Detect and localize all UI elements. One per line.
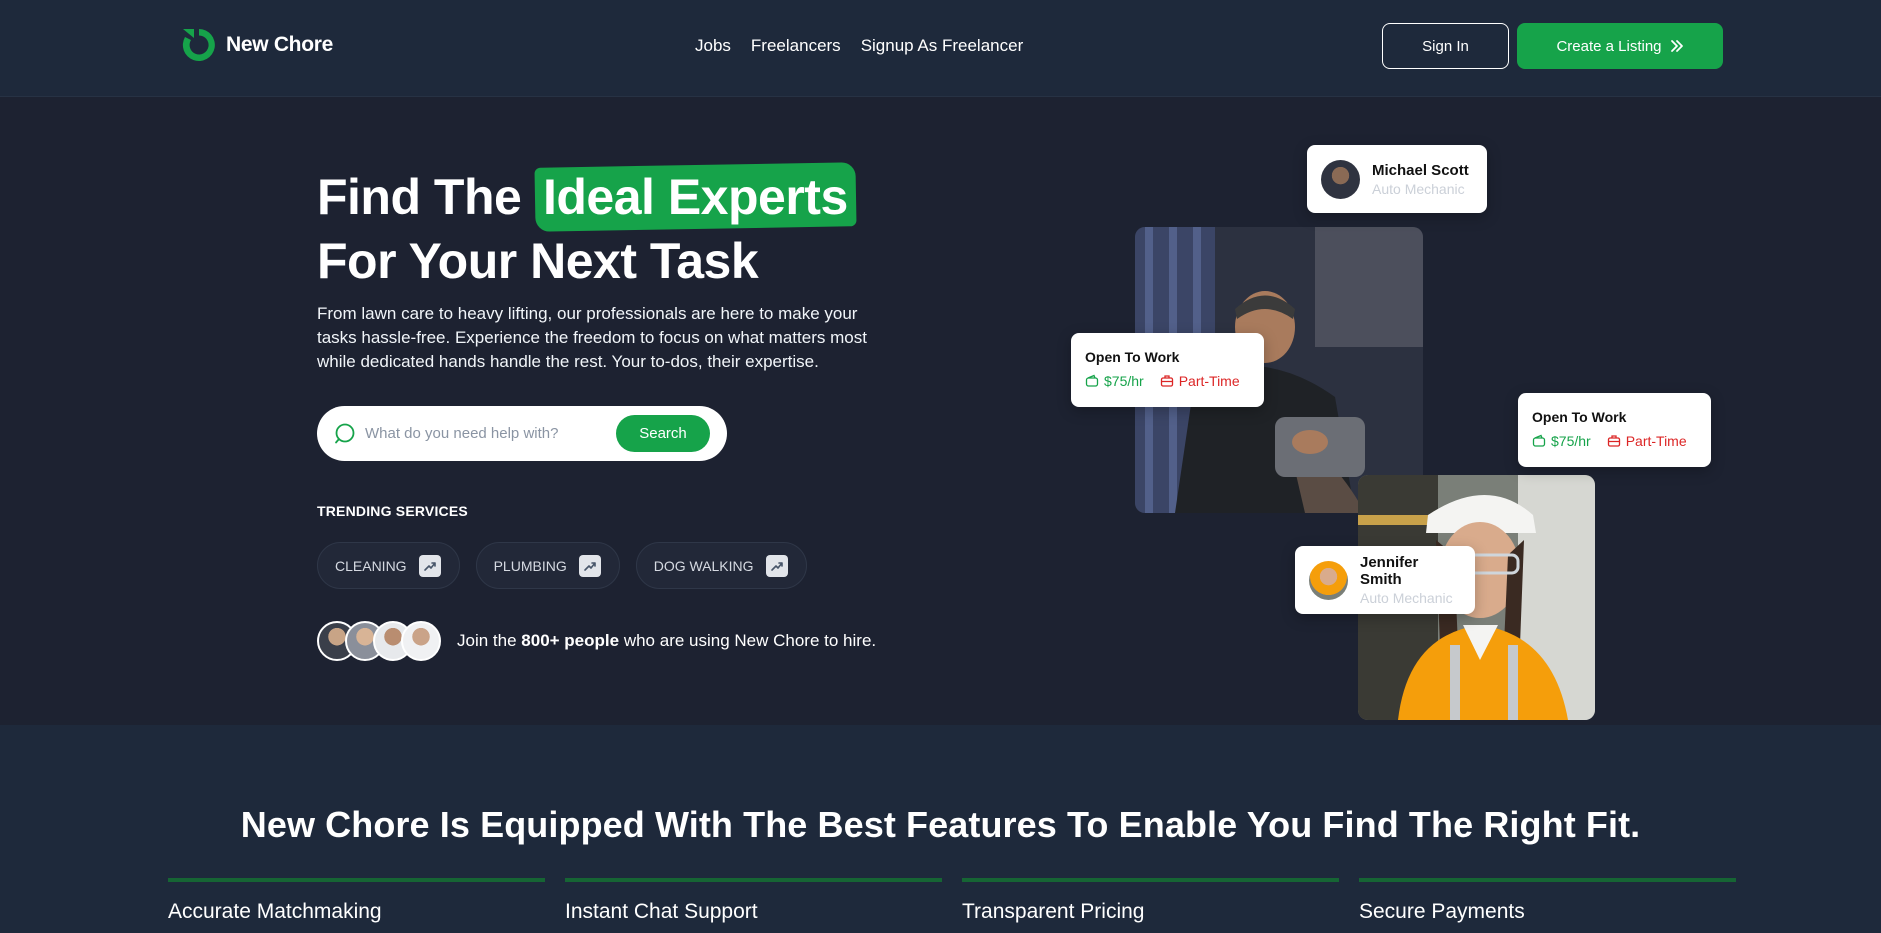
trending-up-icon bbox=[578, 554, 601, 577]
feature-accurate-matchmaking: Accurate Matchmaking bbox=[168, 878, 545, 924]
avatar bbox=[1309, 560, 1348, 600]
job-type: Part-Time bbox=[1160, 373, 1240, 389]
chip-label: CLEANING bbox=[335, 557, 407, 574]
sign-in-button[interactable]: Sign In bbox=[1382, 23, 1509, 69]
feature-transparent-pricing: Transparent Pricing bbox=[962, 878, 1339, 924]
profile-name: Jennifer Smith bbox=[1360, 554, 1419, 588]
nav-jobs[interactable]: Jobs bbox=[695, 36, 731, 56]
features-title: New Chore Is Equipped With The Best Feat… bbox=[240, 804, 1641, 845]
chip-label: PLUMBING bbox=[493, 557, 567, 574]
hero-section: Find The Ideal Experts For Your Next Tas… bbox=[0, 98, 1881, 725]
hero-subtitle: From lawn care to heavy lifting, our pro… bbox=[317, 304, 867, 371]
brand-name: New Chore bbox=[226, 33, 333, 56]
briefcase-icon bbox=[1607, 435, 1620, 447]
trending-up-icon bbox=[418, 554, 441, 577]
avatar bbox=[1321, 159, 1360, 199]
features-list: Accurate Matchmaking Instant Chat Suppor… bbox=[168, 878, 1736, 924]
briefcase-icon bbox=[1160, 375, 1173, 387]
open-to-work-card-1: Open To Work $75/hr Part-Time bbox=[1071, 333, 1264, 407]
trending-chips: CLEANING PLUMBING DOG WALKING bbox=[317, 542, 807, 589]
create-listing-label: Create a Listing bbox=[1556, 37, 1662, 55]
profile-name: Michael Scott bbox=[1372, 161, 1469, 179]
profile-card-michael[interactable]: Michael Scott Auto Mechanic bbox=[1307, 145, 1487, 213]
profile-role: Auto Mechanic bbox=[1360, 590, 1453, 606]
chip-plumbing[interactable]: PLUMBING bbox=[475, 542, 620, 589]
feature-secure-payments: Secure Payments bbox=[1359, 878, 1736, 924]
features-section: New Chore Is Equipped With The Best Feat… bbox=[0, 725, 1881, 933]
join-count: 800+ people bbox=[521, 631, 620, 650]
profile-role: Auto Mechanic bbox=[1372, 180, 1465, 197]
main-nav: Jobs Freelancers Signup As Freelancer bbox=[695, 36, 1023, 56]
create-listing-button[interactable]: Create a Listing bbox=[1517, 23, 1723, 69]
work-status: Open To Work bbox=[1532, 409, 1627, 425]
new-chore-logo-icon bbox=[182, 29, 215, 61]
profile-card-jennifer[interactable]: Jennifer Smith Auto Mechanic bbox=[1295, 546, 1475, 614]
hero-title-highlight: Ideal Experts bbox=[534, 162, 857, 232]
search-input[interactable] bbox=[365, 421, 605, 445]
feature-instant-chat-support: Instant Chat Support bbox=[565, 878, 942, 924]
avatar bbox=[401, 621, 441, 661]
search-icon bbox=[335, 423, 355, 444]
site-header: New Chore Jobs Freelancers Signup As Fre… bbox=[0, 0, 1881, 97]
trending-title: TRENDING SERVICES bbox=[317, 503, 468, 519]
job-type: Part-Time bbox=[1607, 433, 1687, 449]
trending-up-icon bbox=[765, 554, 788, 577]
rate: $75/hr bbox=[1085, 373, 1144, 389]
chip-label: DOG WALKING bbox=[653, 557, 754, 574]
work-status: Open To Work bbox=[1085, 349, 1180, 365]
nav-signup-freelancer[interactable]: Signup As Freelancer bbox=[861, 36, 1024, 56]
double-chevron-right-icon bbox=[1670, 40, 1683, 52]
hero-title-line2: For Your Next Task bbox=[317, 233, 759, 289]
rate: $75/hr bbox=[1532, 433, 1591, 449]
search-button[interactable]: Search bbox=[616, 415, 710, 452]
chip-cleaning[interactable]: CLEANING bbox=[317, 542, 460, 589]
wallet-icon bbox=[1532, 434, 1546, 447]
search-bar: Search bbox=[317, 406, 727, 461]
user-avatar-stack bbox=[317, 621, 441, 661]
open-to-work-card-2: Open To Work $75/hr Part-Time bbox=[1518, 393, 1711, 467]
wallet-icon bbox=[1085, 374, 1099, 387]
join-text: Join the 800+ people who are using New C… bbox=[457, 631, 877, 650]
hero-title-prefix: Find The bbox=[317, 169, 522, 225]
chip-dog-walking[interactable]: DOG WALKING bbox=[635, 542, 807, 589]
logo[interactable]: New Chore bbox=[180, 26, 333, 64]
hero-title: Find The Ideal Experts For Your Next Tas… bbox=[317, 162, 857, 293]
nav-freelancers[interactable]: Freelancers bbox=[751, 36, 841, 56]
